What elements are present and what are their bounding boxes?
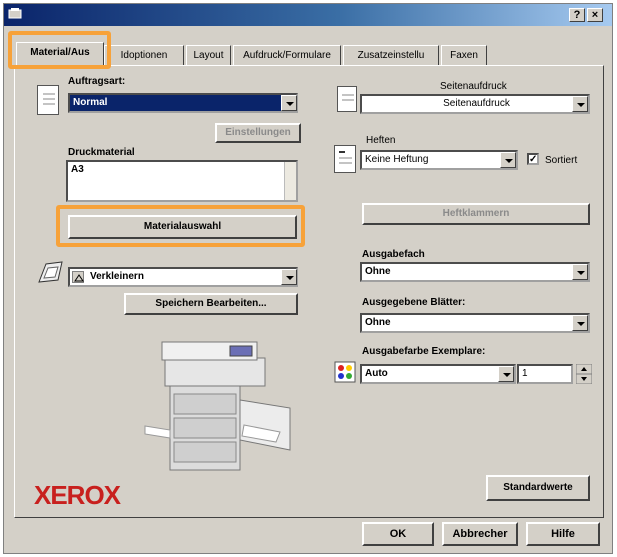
auftragsart-chevron-down-icon[interactable] — [281, 95, 297, 111]
tab-zusatzeinstellungen[interactable]: Zusatzeinstellu — [343, 45, 439, 65]
printer-illustration — [140, 330, 300, 478]
druckmaterial-listbox[interactable]: A3 — [66, 160, 298, 202]
tab-aufdruck-formulare[interactable]: Aufdruck/Formulare — [233, 45, 341, 65]
tab-bildoptionen[interactable]: Idoptionen — [104, 45, 184, 65]
seitenaufdruck-dropdown[interactable]: Seitenaufdruck — [360, 94, 590, 114]
druckmaterial-scrollbar[interactable] — [284, 162, 296, 200]
document-icon — [37, 85, 59, 115]
tab-panel — [14, 65, 604, 518]
ausgabefarbe-label: Ausgabefarbe Exemplare: — [362, 346, 486, 357]
title-bar — [4, 4, 612, 26]
sortiert-checkbox[interactable]: ✓ — [527, 153, 539, 165]
xerox-logo: XEROX — [34, 480, 121, 510]
materialauswahl-highlight-marker — [56, 205, 305, 247]
speichern-bearbeiten-button[interactable]: Speichern Bearbeiten... — [124, 293, 298, 315]
seitenaufdruck-chevron-down-icon[interactable] — [572, 96, 588, 112]
tab-faxen[interactable]: Faxen — [441, 45, 487, 65]
ausgegebene-blaetter-dropdown[interactable]: Ohne — [360, 313, 590, 333]
seitenaufdruck-label: Seitenaufdruck — [440, 81, 507, 92]
verkleinern-chevron-down-icon[interactable] — [281, 269, 297, 285]
heften-dropdown[interactable]: Keine Heftung — [360, 150, 518, 170]
verkleinern-dropdown[interactable]: Verkleinern — [68, 267, 298, 287]
hilfe-button[interactable]: Hilfe — [526, 522, 600, 546]
ausgabefarbe-chevron-down-icon[interactable] — [498, 366, 514, 382]
ausgegebene-blaetter-label: Ausgegebene Blätter: — [362, 297, 466, 308]
druckmaterial-label: Druckmaterial — [68, 147, 135, 158]
heften-chevron-down-icon[interactable] — [500, 152, 516, 168]
exemplare-spinner[interactable] — [575, 363, 593, 385]
help-title-button[interactable]: ? — [569, 8, 585, 22]
exemplare-input[interactable]: 1 — [517, 364, 573, 384]
auftragsart-label: Auftragsart: — [68, 76, 126, 87]
window-icon — [8, 7, 22, 21]
verkleinern-small-icon — [72, 271, 84, 283]
heften-label: Heften — [366, 135, 396, 146]
sortiert-label: Sortiert — [545, 155, 578, 166]
standardwerte-button[interactable]: Standardwerte — [486, 475, 590, 501]
ausgabefach-chevron-down-icon[interactable] — [572, 264, 588, 280]
ausgabefach-label: Ausgabefach — [362, 249, 425, 260]
reduce-icon — [36, 258, 66, 288]
color-palette-icon — [333, 358, 357, 386]
heftklammern-button[interactable]: Heftklammern — [362, 203, 590, 225]
ausgegebene-blaetter-chevron-down-icon[interactable] — [572, 315, 588, 331]
ausgabefach-dropdown[interactable]: Ohne — [360, 262, 590, 282]
ausgabefarbe-dropdown[interactable]: Auto — [360, 364, 516, 384]
ok-button[interactable]: OK — [362, 522, 434, 546]
abbrechen-button[interactable]: Abbrecher — [442, 522, 518, 546]
einstellungen-button[interactable]: Einstellungen — [215, 123, 301, 143]
close-title-button[interactable]: × — [587, 8, 603, 22]
heften-icon — [334, 145, 356, 173]
tab-layout[interactable]: Layout — [186, 45, 231, 65]
seitenaufdruck-icon — [337, 86, 357, 112]
tab-highlight-marker — [8, 31, 111, 69]
auftragsart-dropdown[interactable]: Normal — [68, 93, 298, 113]
